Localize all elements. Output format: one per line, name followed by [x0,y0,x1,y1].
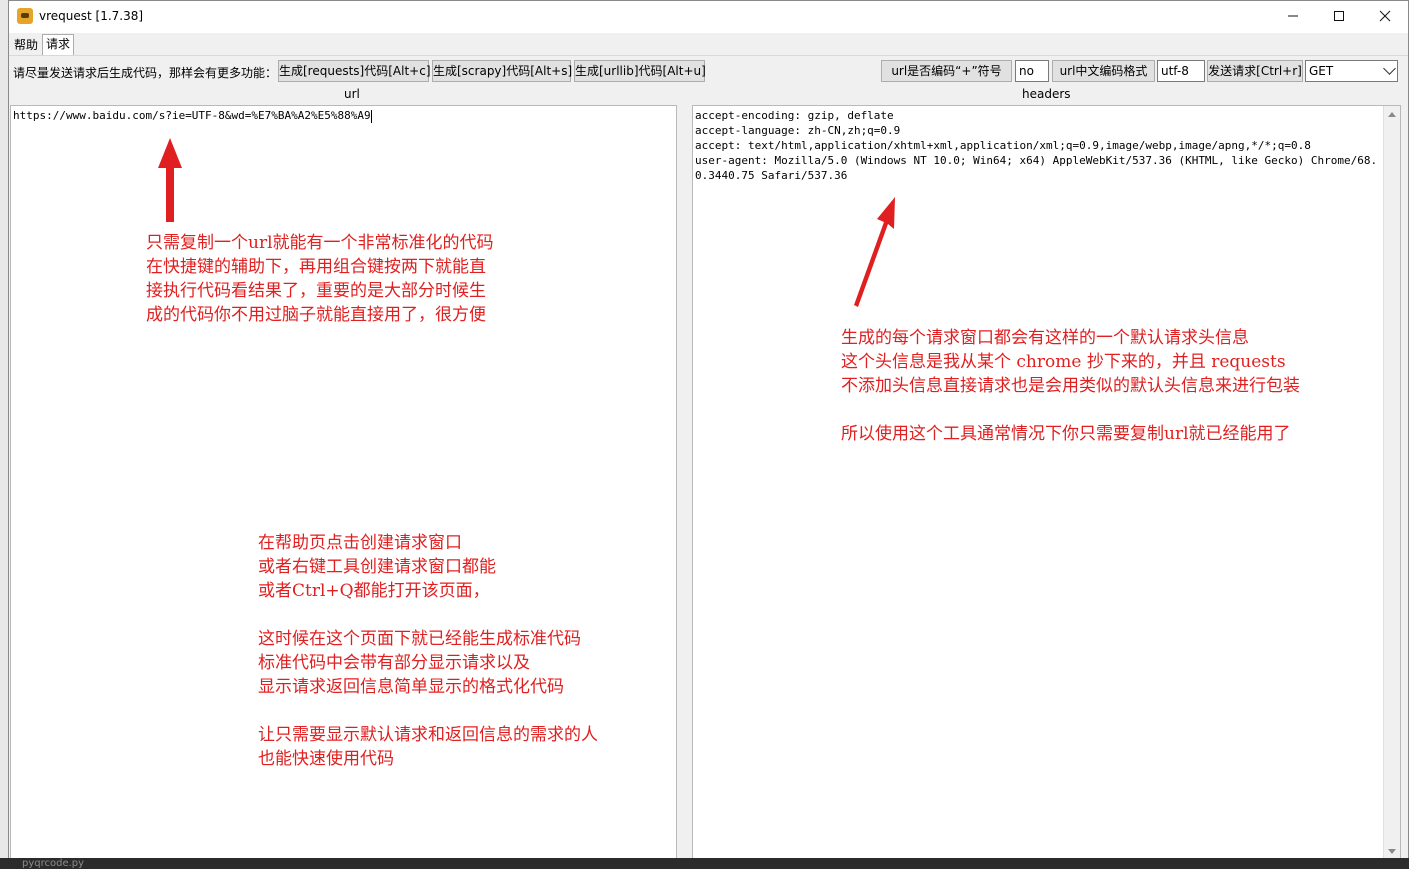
request-panel: 请尽量发送请求后生成代码，那样会有更多功能： 生成[requests]代码[Al… [9,55,1408,861]
gen-urllib-button[interactable]: 生成[urllib]代码[Alt+u] [574,60,706,82]
url-text: https://www.baidu.com/s?ie=UTF-8&wd=%E7%… [13,109,371,122]
scroll-up-icon[interactable] [1388,112,1396,117]
annotation-arrow-headers [854,197,895,307]
send-request-button[interactable]: 发送请求[Ctrl+r] [1207,60,1303,82]
headers-text: accept-encoding: gzip, deflate accept-la… [695,109,1378,182]
gen-requests-button[interactable]: 生成[requests]代码[Alt+c] [278,60,431,82]
headers-textbox[interactable]: accept-encoding: gzip, deflate accept-la… [692,105,1401,861]
tab-help[interactable]: 帮助 [11,36,41,55]
headers-label: headers [1022,87,1071,101]
url-label: url [344,87,360,101]
annotation-note-url: 只需复制一个url就能有一个非常标准化的代码 在快捷键的辅助下，再用组合键按两下… [146,233,494,325]
headers-scrollbar[interactable] [1383,106,1400,860]
url-cn-encoding-field[interactable]: utf-8 [1157,60,1205,82]
gen-scrapy-button[interactable]: 生成[scrapy]代码[Alt+s] [432,60,572,82]
method-value: GET [1309,64,1334,78]
tab-request[interactable]: 请求 [42,34,75,56]
annotation-arrow-url [158,138,182,222]
minimize-icon[interactable] [1270,1,1316,31]
url-plus-encode-button[interactable]: url是否编码“+”符号 [881,60,1012,82]
close-icon[interactable] [1362,1,1408,31]
title-bar: vrequest [1.7.38] [9,1,1408,33]
background-file-label: pyqrcode.py [22,858,85,869]
window-title: vrequest [1.7.38] [39,9,144,23]
method-select[interactable]: GET [1305,60,1398,82]
url-cn-encoding-button[interactable]: url中文编码格式 [1052,60,1155,82]
maximize-icon[interactable] [1316,1,1362,31]
app-icon [17,8,33,24]
toolbar-hint: 请尽量发送请求后生成代码，那样会有更多功能： [13,66,278,80]
scroll-down-icon[interactable] [1388,849,1396,854]
tab-bar: 帮助 请求 [9,33,1408,56]
chevron-down-icon [1383,62,1396,75]
annotation-note-open-page: 在帮助页点击创建请求窗口 或者右键工具创建请求窗口都能 或者Ctrl+Q都能打开… [258,533,598,769]
background-editor-strip: pyqrcode.py [0,858,1409,869]
annotation-note-headers: 生成的每个请求窗口都会有这样的一个默认请求头信息 这个头信息是我从某个 chro… [841,328,1300,444]
url-plus-encode-field[interactable]: no [1015,60,1049,82]
text-caret [370,109,372,123]
